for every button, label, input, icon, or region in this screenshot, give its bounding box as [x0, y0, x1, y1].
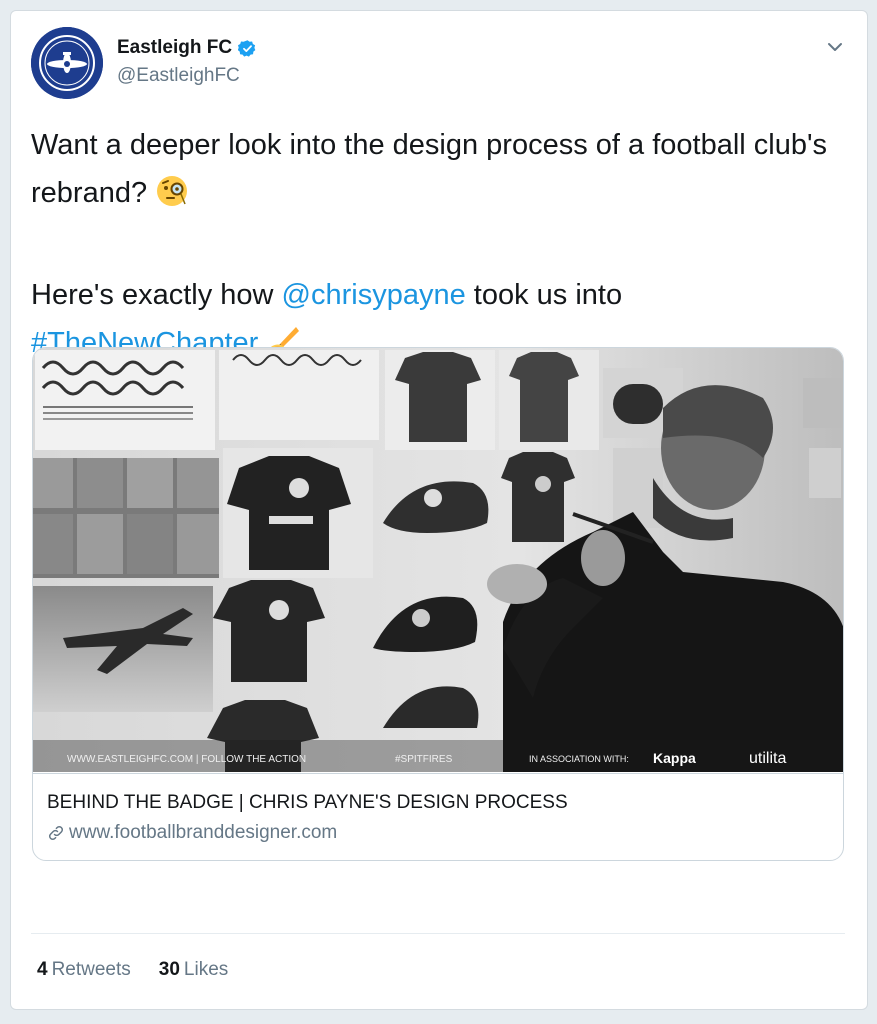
tweet-card: Eastleigh FC @EastleighFC Want a deeper …: [10, 10, 868, 1010]
tweet-line-1: Want a deeper look into the design proce…: [31, 129, 836, 209]
link-card-domain: www.footballbranddesigner.com: [69, 822, 338, 843]
tweet-text: Want a deeper look into the design proce…: [31, 121, 841, 373]
link-preview-card[interactable]: WWW.EASTLEIGHFC.COM | FOLLOW THE ACTION …: [32, 347, 844, 861]
author-handle[interactable]: @EastleighFC: [117, 65, 240, 87]
stats-divider: [31, 933, 845, 934]
chevron-down-icon[interactable]: [825, 37, 845, 57]
link-card-domain-row: www.footballbranddesigner.com: [47, 822, 337, 844]
link-preview-image: WWW.EASTLEIGHFC.COM | FOLLOW THE ACTION …: [33, 348, 843, 772]
author-name-row: Eastleigh FC: [117, 37, 257, 59]
link-card-title: BEHIND THE BADGE | CHRIS PAYNE'S DESIGN …: [47, 792, 568, 813]
mention-link[interactable]: @chrisypayne: [282, 279, 466, 311]
likes-label: Likes: [183, 959, 229, 980]
media-footer-right: IN ASSOCIATION WITH:: [529, 754, 629, 764]
retweets-label: Retweets: [51, 959, 131, 980]
club-crest-icon: [31, 27, 103, 99]
monocle-face-icon: [155, 174, 189, 223]
display-name[interactable]: Eastleigh FC: [117, 37, 232, 59]
sponsor-kappa: Kappa: [653, 750, 696, 766]
tweet-line-2-prefix: Here's exactly how: [31, 279, 282, 311]
sponsor-utilita: utilita: [749, 750, 786, 767]
verified-badge-icon: [238, 39, 256, 57]
link-card-info: BEHIND THE BADGE | CHRIS PAYNE'S DESIGN …: [33, 773, 843, 860]
media-footer-left: WWW.EASTLEIGHFC.COM | FOLLOW THE ACTION: [67, 754, 306, 765]
tweet-line-2-middle: took us into: [465, 279, 623, 311]
retweets-stat[interactable]: 4 Retweets: [37, 959, 131, 981]
avatar[interactable]: [31, 27, 103, 99]
engagement-stats: 4 Retweets 30 Likes: [37, 959, 228, 981]
retweets-count: 4: [37, 959, 48, 980]
media-footer-tag: #SPITFIRES: [395, 754, 453, 765]
link-icon: [48, 825, 64, 841]
likes-count: 30: [158, 959, 180, 980]
likes-stat[interactable]: 30 Likes: [159, 959, 229, 981]
